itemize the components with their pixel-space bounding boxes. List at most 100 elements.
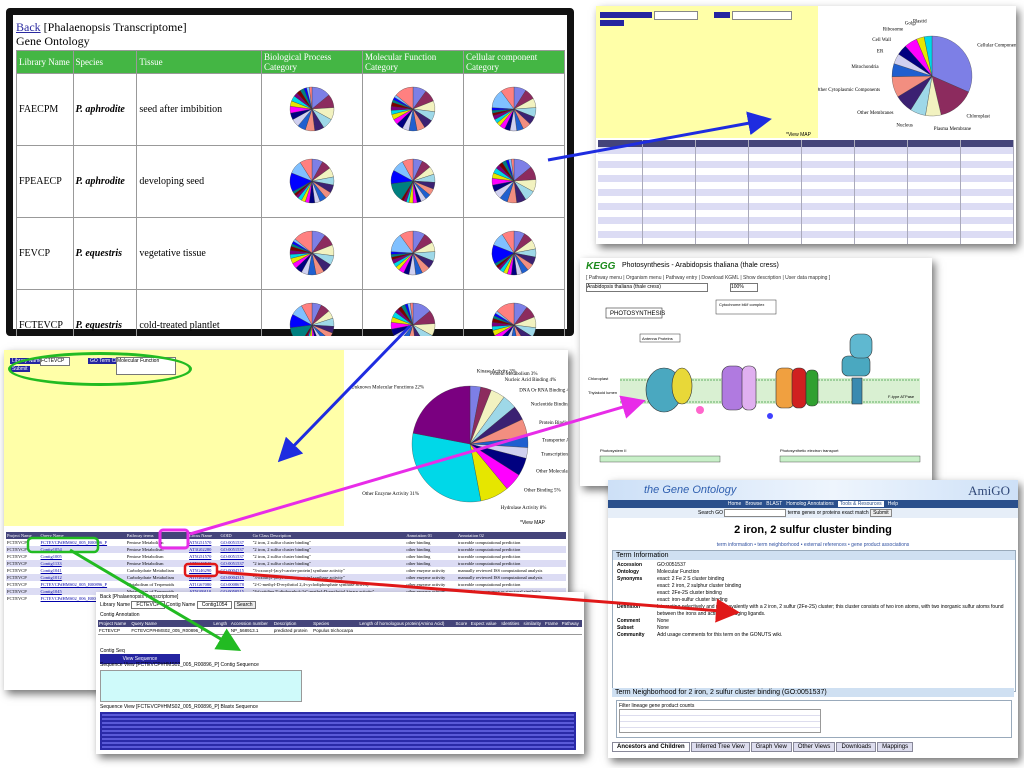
view-map-link[interactable]: *View MAP: [786, 132, 811, 138]
opt-genes[interactable]: genes or proteins: [802, 510, 841, 516]
table-cell: FCTEVCP: [98, 627, 131, 635]
library-select[interactable]: [600, 12, 652, 18]
field-key: [617, 583, 657, 590]
submit-button[interactable]: [600, 20, 624, 26]
mf-pie-thumb[interactable]: [362, 217, 464, 290]
slice-label: Cell Wall: [872, 38, 891, 43]
photosynthesis-diagram: PHOTOSYNTHESIS Cytochrome b6/f complex A…: [588, 299, 921, 463]
back-link[interactable]: Back: [16, 20, 41, 34]
field-key: Ontology: [617, 569, 639, 575]
term-subnav[interactable]: term information • term neighborhood • e…: [608, 542, 1018, 548]
contig-input[interactable]: Contig1054: [196, 601, 233, 609]
table-cell[interactable]: AT5G51570: [188, 539, 219, 546]
tab-mappings[interactable]: Mappings: [877, 742, 914, 752]
table-cell: Pentose Metabolism: [126, 540, 164, 545]
cc-pie-thumb[interactable]: [463, 289, 565, 336]
table-cell[interactable]: GO:0051537: [219, 560, 251, 567]
library-select[interactable]: FCTEVCP: [131, 601, 165, 609]
table-cell: traceable computational prediction: [457, 561, 521, 566]
tab-graph[interactable]: Graph View: [750, 742, 792, 752]
field-value: None: [657, 618, 669, 624]
table-cell[interactable]: AT3G02280: [188, 546, 219, 553]
table-cell: "2 iron, 2 sulfur cluster binding": [252, 554, 311, 559]
table-cell: traceable computational prediction: [457, 540, 521, 545]
table-cell[interactable]: FCTEVCP#HMS02_005_R00896_P: [40, 539, 126, 546]
table-cell[interactable]: GO:0051537: [219, 553, 251, 560]
mf-pie-thumb[interactable]: [362, 289, 464, 336]
table-cell[interactable]: Contig1133: [40, 560, 126, 567]
search-submit[interactable]: Submit: [870, 509, 892, 517]
nav-blast[interactable]: BLAST: [766, 501, 782, 507]
library-dropdown[interactable]: [654, 11, 698, 20]
table-cell[interactable]: GO:0051537: [219, 546, 251, 553]
bp-pie-thumb[interactable]: [261, 217, 363, 290]
field-value: Add usage comments for this term on the …: [657, 632, 783, 638]
opt-terms[interactable]: terms: [788, 510, 801, 516]
table-row: [598, 168, 1015, 175]
nav-home[interactable]: Home: [728, 501, 741, 507]
table-cell[interactable]: NP_568913.1: [229, 627, 273, 635]
cc-pie-thumb[interactable]: [463, 73, 565, 146]
chart-area: Kinase Activity 3% Protein Metabolism 3% N…: [344, 350, 568, 526]
opt-exact[interactable]: exact match: [842, 510, 869, 516]
tab-ancestors[interactable]: Ancestors and Children: [612, 742, 690, 752]
table-cell[interactable]: GO:0051537: [219, 539, 251, 546]
zoom-select[interactable]: 100%: [730, 283, 758, 292]
slice-label: Nucleotide Binding 4%: [531, 402, 568, 407]
tissue: vegetative tissue: [136, 217, 262, 290]
table-cell: FCTEVCP: [7, 589, 27, 594]
project-title: [Phalaenopsis Transcriptome]: [43, 20, 187, 34]
table-cell[interactable]: Contig1012: [40, 574, 126, 581]
table-cell[interactable]: FCTEVCP#HMS02_005_R00896_P: [40, 581, 126, 588]
table-cell: [544, 627, 561, 635]
nav-homolog[interactable]: Homolog Annotations: [786, 501, 834, 507]
table-cell[interactable]: AT1G67080: [188, 581, 219, 588]
col-library: Library Name: [16, 50, 74, 74]
tab-other[interactable]: Other Views: [792, 742, 836, 752]
table-row: FCTEVCP FCTEVCP#HMS02_005_R00896_P Pentose…: [6, 539, 566, 546]
table-cell[interactable]: GO:0004315: [219, 574, 251, 581]
cc-pie-thumb[interactable]: [463, 145, 565, 218]
organism-select[interactable]: Arabidopsis thaliana (thale cress): [586, 283, 708, 292]
mf-pie-chart: Kinase Activity 3%Protein Metabolism 3%N…: [351, 369, 568, 511]
tab-tree[interactable]: Inferred Tree View: [690, 742, 750, 752]
table-cell[interactable]: GO:0008678: [219, 581, 251, 588]
bp-pie-thumb[interactable]: [261, 145, 363, 218]
table-cell[interactable]: AT5G46540: [188, 560, 219, 567]
table-cell[interactable]: Contig1054: [40, 546, 126, 553]
table-cell: manually reviewed ISS computational anal…: [457, 575, 543, 580]
mf-pie-thumb[interactable]: [362, 145, 464, 218]
search-button[interactable]: Search: [233, 601, 256, 609]
cc-pie-thumb[interactable]: [463, 217, 565, 290]
view-map-link[interactable]: *View MAP: [520, 520, 545, 526]
nav-browse[interactable]: Browse: [745, 501, 762, 507]
table-cell[interactable]: AT5G51570: [188, 553, 219, 560]
table-cell[interactable]: Contig1041: [40, 567, 126, 574]
term-fields: Accession GO:0051537 Ontology Molecular Fun…: [613, 560, 1015, 641]
bp-pie-thumb[interactable]: [261, 289, 363, 336]
mf-pie-thumb[interactable]: [362, 73, 464, 146]
breadcrumb[interactable]: Back [Phalaenopsis Transcriptome]: [100, 594, 178, 600]
field-value: exact: 2 Fe 2 S cluster binding: [657, 576, 725, 582]
table-cell: other enzyme activity: [406, 568, 446, 573]
pathway-menu[interactable]: [ Pathway menu | Organism menu | Pathway…: [586, 275, 830, 281]
tab-downloads[interactable]: Downloads: [836, 742, 877, 752]
nav-tools[interactable]: Tools & Resources: [837, 501, 884, 507]
table-row: FCTEVCP FCTEVCP#HMS02_005_R00896_P NP_5689…: [98, 627, 582, 635]
table-cell[interactable]: AT1G62640: [188, 574, 219, 581]
table-cell[interactable]: GO:0004315: [219, 567, 251, 574]
bp-pie-thumb[interactable]: [261, 73, 363, 146]
column-header: Project Name: [7, 533, 32, 538]
column-header: Length: [213, 621, 228, 626]
table-cell[interactable]: Contig1005: [40, 553, 126, 560]
filter-select[interactable]: [619, 709, 821, 733]
library-row: Library Name FCTEVCP Contig Name Contig1…: [100, 601, 256, 609]
go-class-select[interactable]: [732, 11, 792, 20]
nav-help[interactable]: Help: [888, 501, 898, 507]
field-value: exact: iron-sulfur cluster binding: [657, 597, 728, 603]
table-row: FEVCP P. equestris vegetative tissue: [16, 217, 565, 290]
sequence-box[interactable]: [100, 670, 302, 702]
table-cell[interactable]: AT5G46290: [188, 567, 219, 574]
term-field: exact: 2 iron, 2 sulphur cluster binding: [617, 583, 1011, 590]
search-input[interactable]: [724, 508, 787, 517]
